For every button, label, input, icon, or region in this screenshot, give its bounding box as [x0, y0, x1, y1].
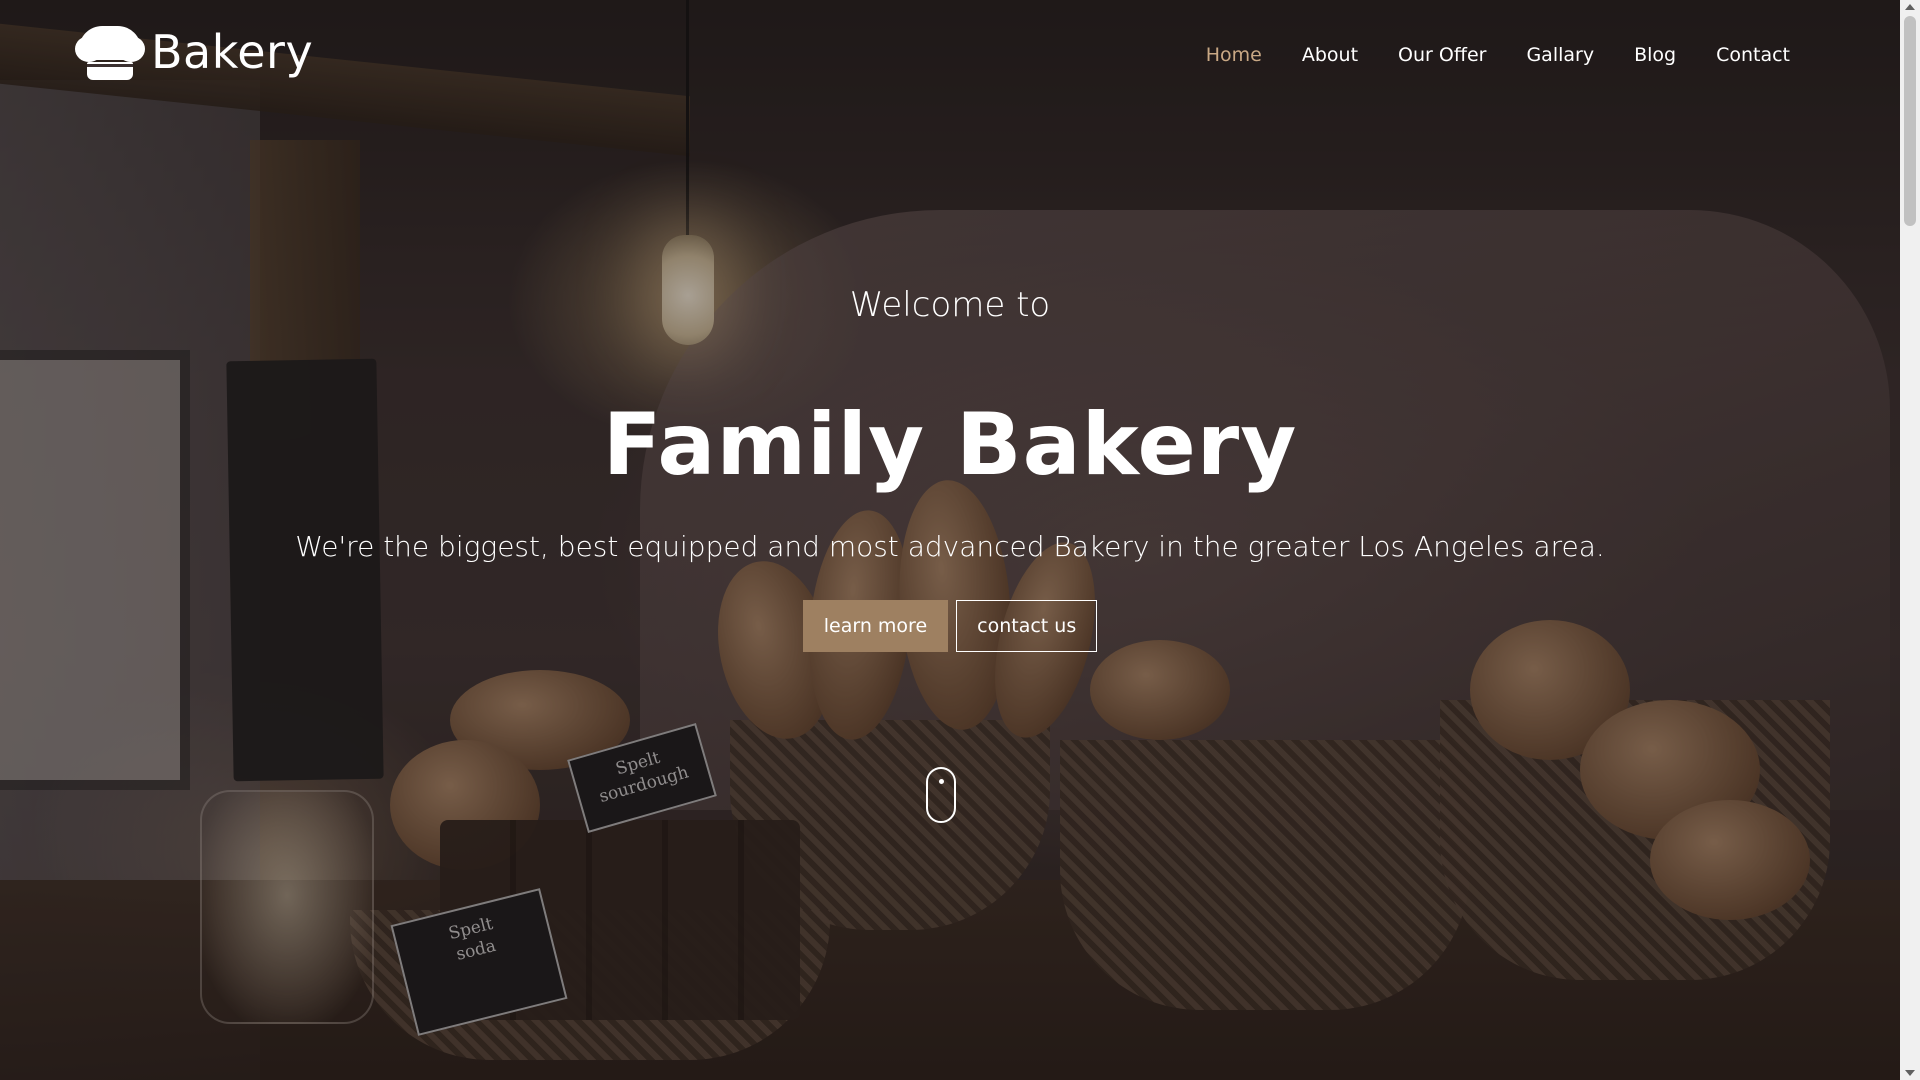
nav-item-about[interactable]: About — [1302, 44, 1358, 66]
brand-name: Bakery — [151, 25, 314, 79]
nav-item-contact[interactable]: Contact — [1716, 44, 1790, 66]
hero-buttons: learn more contact us — [0, 600, 1900, 652]
mouse-scroll-icon[interactable] — [926, 767, 956, 823]
scroll-down-arrow-icon[interactable] — [1900, 1066, 1920, 1080]
site-logo[interactable]: Bakery — [75, 22, 313, 82]
scrollbar-thumb[interactable] — [1904, 16, 1916, 226]
hero-tagline: We're the biggest, best equipped and mos… — [295, 530, 1605, 563]
page-scrollbar[interactable] — [1900, 0, 1920, 1080]
page-viewport: Spelt sourdough Spelt soda Bakery Home A… — [0, 0, 1900, 1080]
hero-welcome: Welcome to — [849, 285, 1051, 325]
nav-item-our-offer[interactable]: Our Offer — [1398, 44, 1486, 66]
contact-us-button[interactable]: contact us — [956, 600, 1098, 652]
hero-headline: Family Bakery — [602, 395, 1298, 495]
nav-item-home[interactable]: Home — [1206, 44, 1262, 66]
chef-hat-icon — [75, 22, 145, 82]
learn-more-button[interactable]: learn more — [802, 600, 949, 652]
nav-item-blog[interactable]: Blog — [1634, 44, 1676, 66]
main-nav: Home About Our Offer Gallary Blog Contac… — [1206, 44, 1790, 66]
nav-item-gallary[interactable]: Gallary — [1526, 44, 1594, 66]
scroll-up-arrow-icon[interactable] — [1900, 0, 1920, 14]
